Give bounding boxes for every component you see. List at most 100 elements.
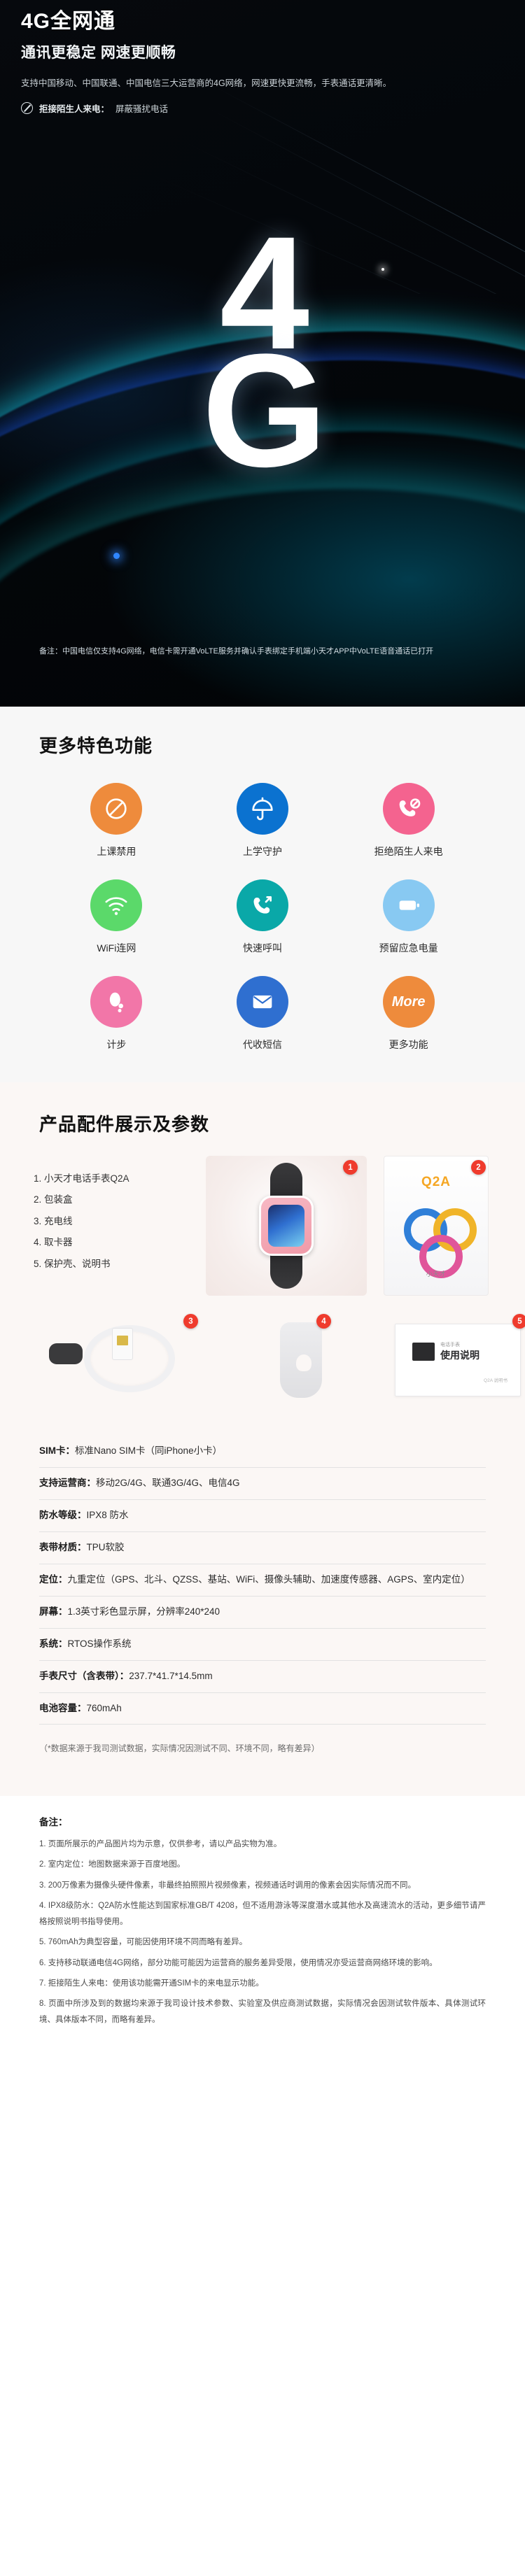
- remark-item: 5. 760mAh为典型容量，可能因使用环境不同而略有差异。: [39, 1938, 248, 1947]
- box-sub-label: 小天才: [426, 1271, 447, 1278]
- spec-value: 九重定位（GPS、北斗、QZSS、基站、WiFi、摄像头辅助、加速度传感器、AG…: [67, 1573, 470, 1585]
- accessories-list: 1. 小天才电话手表Q2A 2. 包装盒 3. 充电线 4. 取卡器 5. 保护壳、说明…: [34, 1156, 199, 1275]
- accessories-photos-row2: 3 4 电话手表 使用说明 Q2A 说明书 5: [31, 1314, 525, 1412]
- wifi-icon: [90, 879, 143, 931]
- footstep-icon: [90, 976, 143, 1028]
- product-photo-watch: [206, 1156, 367, 1296]
- manual-title-label: 使用说明: [440, 1350, 479, 1361]
- feature-item[interactable]: 代收短信: [190, 976, 336, 1052]
- features-section: 更多特色功能 上课禁用 上学守护 拒绝陌生人来电 WiFi连网 快速呼叫 预留应急电量 计步…: [0, 707, 525, 1082]
- umbrella-icon: [236, 783, 288, 835]
- remarks-list: 1. 页面所展示的产品图片均为示意，仅供参考，请以产品实物为准。 2. 室内定位：…: [0, 1835, 525, 2031]
- photo-badge-3: 3: [183, 1314, 198, 1329]
- spec-row: 防水等级：IPX8 防水: [39, 1500, 486, 1532]
- watch-band-graphic: [259, 1163, 314, 1289]
- features-grid: 上课禁用 上学守护 拒绝陌生人来电 WiFi连网 快速呼叫 预留应急电量计步 代收短信 Mor…: [0, 783, 525, 1052]
- remarks-title: 备注：: [39, 1817, 68, 1828]
- accessory-list-item: 1. 小天才电话手表Q2A: [34, 1173, 130, 1184]
- spec-value: 标准Nano SIM卡（同iPhone小卡）: [75, 1445, 223, 1456]
- more-badge-text: More: [391, 993, 426, 1010]
- spec-key: 支持运营商：: [39, 1477, 96, 1488]
- remark-item: 4. IPX8级防水：Q2A防水性能达到国家标准GB/T 4208，但不适用游泳…: [39, 1902, 486, 1926]
- product-photo-sim-ejector: [262, 1319, 346, 1403]
- spec-row: 屏幕：1.3英寸彩色显示屏，分辨率240*240: [39, 1597, 486, 1629]
- remark-item: 2. 室内定位：地图数据来源于百度地图。: [39, 1860, 186, 1869]
- hero-feature-badge: 拒接陌生人来电： 屏蔽骚扰电话: [21, 101, 504, 115]
- feature-label: 更多功能: [388, 1039, 428, 1050]
- spec-key: SIM卡：: [39, 1445, 76, 1456]
- glow-dot-white: [382, 268, 384, 271]
- accessories-section: 产品配件展示及参数 1. 小天才电话手表Q2A 2. 包装盒 3. 充电线 4. 取卡…: [0, 1082, 525, 1412]
- spec-value: RTOS操作系统: [67, 1638, 132, 1649]
- spec-value: 237.7*41.7*14.5mm: [129, 1670, 213, 1681]
- accessories-title: 产品配件展示及参数: [39, 1114, 210, 1135]
- remark-item: 3. 200万像素为摄像头硬件像素，非最终拍照照片视频像素，视频通话时调用的像素…: [39, 1881, 416, 1890]
- page-title: 4G全网通: [21, 10, 116, 33]
- hero-description: 支持中国移动、中国联通、中国电信三大运营商的4G网络，网速更快更流畅，手表通话更…: [21, 78, 392, 88]
- feature-label: WiFi连网: [97, 942, 136, 954]
- spec-row: 支持运营商：移动2G/4G、联通3G/4G、电信4G: [39, 1468, 486, 1500]
- spec-key: 屏幕：: [39, 1606, 68, 1617]
- feature-label: 快速呼叫: [242, 942, 282, 954]
- spec-value: 移动2G/4G、联通3G/4G、电信4G: [96, 1477, 240, 1488]
- accessory-list-item: 2. 包装盒: [34, 1194, 73, 1205]
- spec-row: 表带材质：TPU软胶: [39, 1532, 486, 1564]
- feature-item[interactable]: 上学守护: [190, 783, 336, 858]
- remark-item: 8. 页面中所涉及到的数据均来源于我司设计技术参数、实验室及供应商测试数据，实际…: [39, 2000, 486, 2024]
- spec-row: 电池容量：760mAh: [39, 1693, 486, 1725]
- hero-section: 4 G 4G全网通 通讯更稳定 网速更顺畅 支持中国移动、中国联通、中国电信三大…: [0, 0, 525, 707]
- badge-secondary-label: 屏蔽骚扰电话: [115, 104, 169, 114]
- spec-key: 定位：: [39, 1573, 68, 1585]
- feature-item[interactable]: WiFi连网: [43, 879, 190, 955]
- remark-item: 1. 页面所展示的产品图片均为示意，仅供参考，请以产品实物为准。: [39, 1840, 282, 1849]
- spec-value: TPU软胶: [86, 1541, 125, 1552]
- product-photo-cable: [45, 1319, 206, 1403]
- badge-primary-label: 拒接陌生人来电：: [39, 104, 110, 114]
- watch-face-graphic: [259, 1196, 314, 1256]
- manual-logo-icon: [412, 1343, 435, 1361]
- spec-key: 表带材质：: [39, 1541, 87, 1552]
- feature-item[interactable]: 快速呼叫: [190, 879, 336, 955]
- product-photo-box: Q2A 小天才: [384, 1156, 489, 1296]
- no-entry-icon: [90, 783, 143, 835]
- feature-item[interactable]: 上课禁用: [43, 783, 190, 858]
- feature-label: 预留应急电量: [379, 942, 438, 954]
- spec-value: 760mAh: [86, 1702, 122, 1713]
- feature-item[interactable]: 预留应急电量: [335, 879, 482, 955]
- photo-badge-2: 2: [471, 1160, 486, 1175]
- feature-item[interactable]: More 更多功能: [335, 976, 482, 1052]
- more-icon: More: [382, 976, 435, 1028]
- remarks-section: 备注： 1. 页面所展示的产品图片均为示意，仅供参考，请以产品实物为准。 2. 室…: [0, 1796, 525, 2095]
- feature-item[interactable]: 计步: [43, 976, 190, 1052]
- spec-key: 系统：: [39, 1638, 68, 1649]
- feature-label: 上课禁用: [97, 846, 136, 857]
- product-photo-manual: 电话手表 使用说明 Q2A 说明书: [395, 1319, 525, 1403]
- feature-label: 计步: [106, 1039, 127, 1050]
- photo-badge-4: 4: [316, 1314, 331, 1329]
- watch-screen-graphic: [268, 1205, 304, 1247]
- photo-badge-1: 1: [343, 1160, 358, 1175]
- accessory-list-item: 3. 充电线: [34, 1215, 73, 1226]
- spec-value: 1.3英寸彩色显示屏，分辨率240*240: [67, 1606, 220, 1617]
- feature-label: 代收短信: [242, 1039, 282, 1050]
- photo-badge-5: 5: [512, 1314, 525, 1329]
- battery-icon: [382, 879, 435, 931]
- feature-item[interactable]: 拒绝陌生人来电: [335, 783, 482, 858]
- spec-key: 防水等级：: [39, 1509, 87, 1520]
- spec-key: 电池容量：: [39, 1702, 87, 1713]
- sms-envelope-icon: [236, 976, 288, 1028]
- spec-row: 系统：RTOS操作系统: [39, 1629, 486, 1661]
- remark-item: 7. 拒接陌生人来电：使用该功能需开通SIM卡的来电显示功能。: [39, 1979, 264, 1988]
- feature-label: 上学守护: [242, 846, 282, 857]
- specs-table: SIM卡：标准Nano SIM卡（同iPhone小卡） 支持运营商：移动2G/4G…: [0, 1436, 525, 1725]
- accessories-photos-row1: 1 Q2A 小天才 2: [206, 1156, 491, 1303]
- hero-footnote: 备注：中国电信仅支持4G网络，电信卡需开通VoLTE服务并确认手表绑定手机端小天…: [39, 647, 434, 656]
- box-brand-label: Q2A: [421, 1175, 451, 1189]
- spec-row: 定位：九重定位（GPS、北斗、QZSS、基站、WiFi、摄像头辅助、加速度传感器…: [39, 1564, 486, 1597]
- specs-section: SIM卡：标准Nano SIM卡（同iPhone小卡） 支持运营商：移动2G/4G…: [0, 1412, 525, 1797]
- remark-item: 6. 支持移动联通电信4G网络，部分功能可能因为运营商的服务差异受限，使用情况亦…: [39, 1958, 438, 1967]
- spec-key: 手表尺寸（含表带）：: [39, 1670, 130, 1681]
- hero-subtitle: 通讯更稳定 网速更顺畅: [21, 44, 176, 61]
- spec-row: 手表尺寸（含表带）：237.7*41.7*14.5mm: [39, 1661, 486, 1693]
- spec-row: SIM卡：标准Nano SIM卡（同iPhone小卡）: [39, 1436, 486, 1468]
